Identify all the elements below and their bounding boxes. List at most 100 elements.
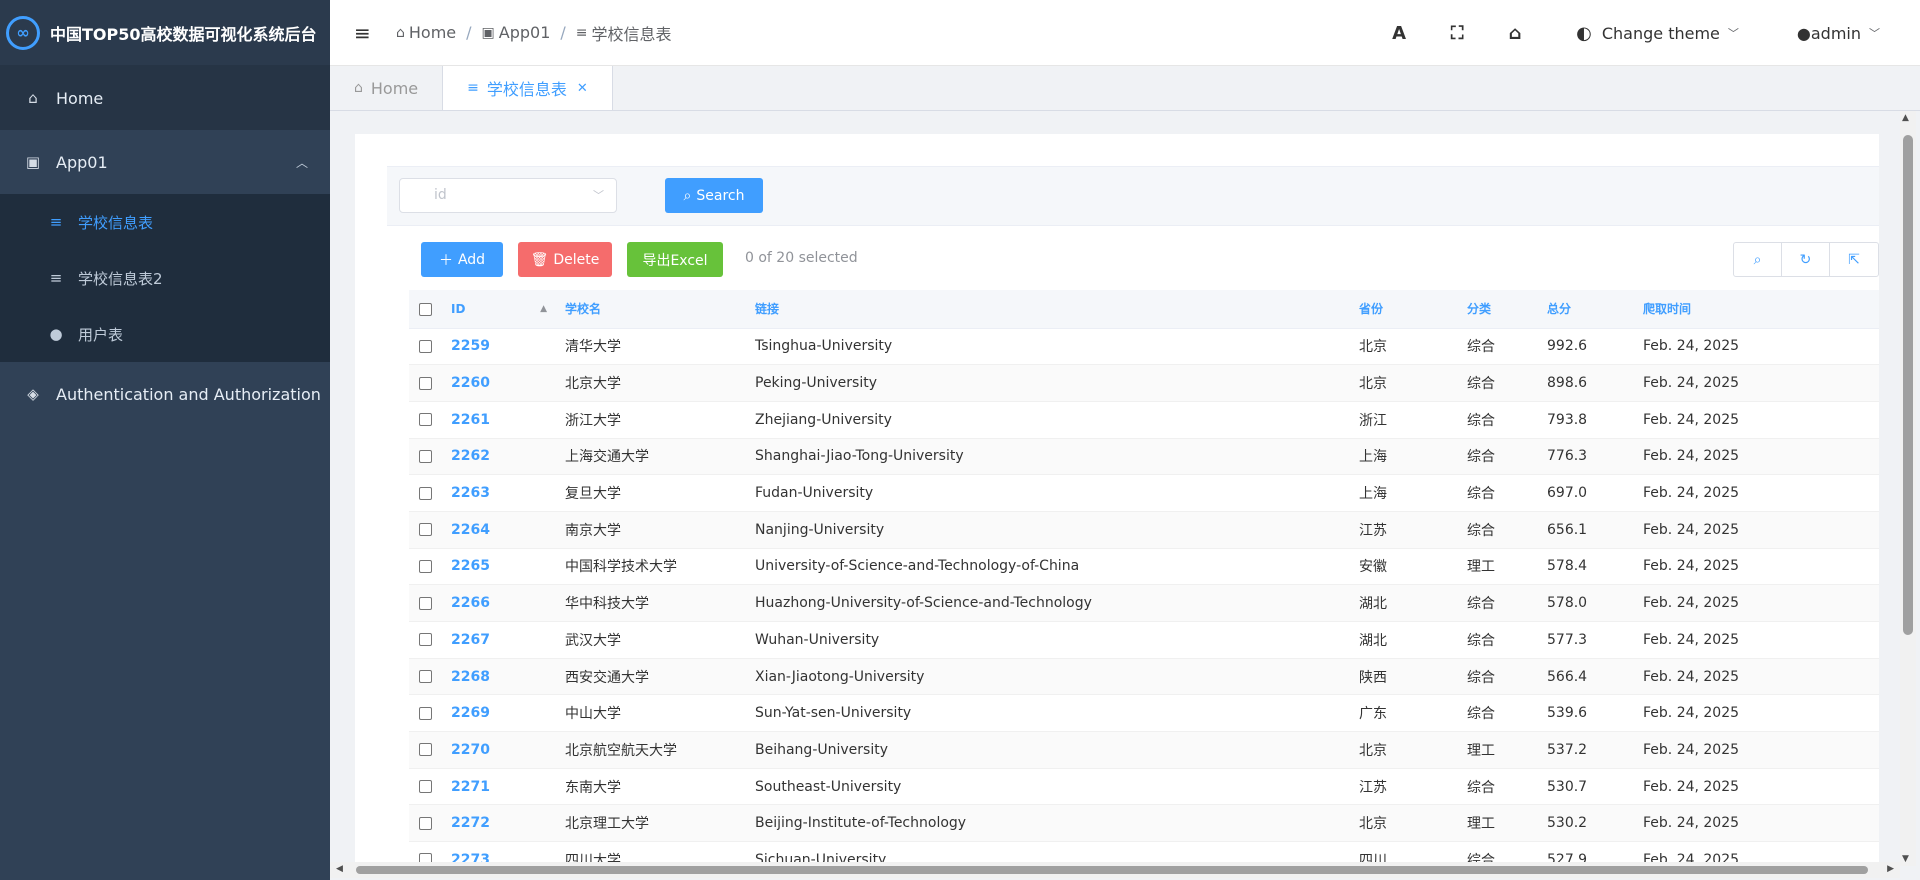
- row-checkbox[interactable]: [419, 449, 432, 463]
- cell-id[interactable]: 2264: [441, 511, 555, 549]
- sidebar: ∞ 中国TOP50高校数据可视化系统后台 ⌂ Home ▣ App01 ︿ ≡ …: [0, 0, 330, 880]
- scrollbar-thumb[interactable]: [1903, 135, 1913, 635]
- row-checkbox[interactable]: [419, 559, 432, 573]
- row-checkbox[interactable]: [419, 486, 432, 500]
- table-row[interactable]: 2270 北京航空航天大学 Beihang-University 北京 理工 537.2 F…: [409, 731, 1879, 769]
- shield-icon: ◈: [27, 385, 39, 403]
- row-checkbox[interactable]: [419, 780, 432, 794]
- cell-score: 992.6: [1537, 328, 1633, 366]
- column-header-score[interactable]: 总分: [1537, 290, 1633, 329]
- table-row[interactable]: 2265 中国科学技术大学 University-of-Science-and-Te…: [409, 548, 1879, 586]
- sort-asc-icon: ▲: [540, 304, 547, 314]
- table-row[interactable]: 2259 清华大学 Tsinghua-University 北京 综合 992.6 Feb.…: [409, 328, 1879, 366]
- table-row[interactable]: 2271 东南大学 Southeast-University 江苏 综合 530.7 Feb…: [409, 768, 1879, 806]
- breadcrumb-app01[interactable]: App01: [499, 23, 551, 42]
- font-size-icon[interactable]: A: [1370, 23, 1428, 44]
- column-header-crawl-time[interactable]: 爬取时间: [1633, 290, 1879, 329]
- cell-link: Xian-Jiaotong-University: [745, 658, 1349, 696]
- row-select-cell: [409, 658, 441, 696]
- table-row[interactable]: 2272 北京理工大学 Beijing-Institute-of-Technolog…: [409, 804, 1879, 843]
- sidebar-item-home[interactable]: ⌂ Home: [0, 66, 330, 130]
- search-button[interactable]: ⌕ Search: [665, 178, 763, 213]
- cell-province: 上海: [1349, 474, 1457, 512]
- fullscreen-icon[interactable]: ⛶: [1428, 23, 1486, 44]
- id-filter-select[interactable]: id ﹀: [399, 178, 617, 213]
- scroll-down-icon[interactable]: ▼: [1902, 854, 1909, 864]
- delete-button[interactable]: 🗑 Delete: [518, 242, 612, 277]
- table-row[interactable]: 2269 中山大学 Sun-Yat-sen-University 广东 综合 539.6 F…: [409, 694, 1879, 733]
- sidebar-item-school-info[interactable]: ≡ 学校信息表: [0, 194, 330, 250]
- cell-link: Zhejiang-University: [745, 401, 1349, 439]
- cell-id[interactable]: 2259: [441, 328, 555, 366]
- table-row[interactable]: 2266 华中科技大学 Huazhong-University-of-Science…: [409, 584, 1879, 622]
- column-header-name[interactable]: 学校名: [555, 290, 745, 329]
- cell-id[interactable]: 2270: [441, 731, 555, 769]
- vertical-scrollbar[interactable]: ▲ ▼: [1900, 111, 1916, 866]
- cell-id[interactable]: 2265: [441, 548, 555, 586]
- close-icon[interactable]: ✕: [577, 81, 588, 96]
- cell-id[interactable]: 2260: [441, 364, 555, 402]
- column-header-link[interactable]: 链接: [745, 290, 1349, 329]
- row-checkbox[interactable]: [419, 339, 432, 353]
- horizontal-scrollbar[interactable]: ◀ ▶: [330, 862, 1900, 878]
- scroll-left-icon[interactable]: ◀: [336, 864, 343, 874]
- cell-link: Wuhan-University: [745, 621, 1349, 659]
- cell-link: Nanjing-University: [745, 511, 1349, 549]
- row-checkbox[interactable]: [419, 816, 432, 830]
- row-checkbox[interactable]: [419, 743, 432, 757]
- search-label: Search: [696, 187, 745, 204]
- add-button[interactable]: ＋ Add: [421, 242, 503, 277]
- select-all-checkbox[interactable]: [419, 302, 432, 316]
- sidebar-item-app01[interactable]: ▣ App01 ︿: [0, 130, 330, 194]
- row-checkbox[interactable]: [419, 523, 432, 537]
- row-checkbox[interactable]: [419, 670, 432, 684]
- table-row[interactable]: 2262 上海交通大学 Shanghai-Jiao-Tong-University 上…: [409, 438, 1879, 476]
- column-header-province[interactable]: 省份: [1349, 290, 1457, 329]
- table-row[interactable]: 2268 西安交通大学 Xian-Jiaotong-University 陕西 综合 56…: [409, 658, 1879, 696]
- cell-category: 综合: [1457, 401, 1537, 439]
- refresh-button[interactable]: ↻: [1782, 243, 1830, 276]
- tab-school-info[interactable]: ≡ 学校信息表 ✕: [443, 66, 613, 110]
- cell-id[interactable]: 2269: [441, 694, 555, 733]
- sidebar-item-users[interactable]: ● 用户表: [0, 306, 330, 362]
- row-checkbox[interactable]: [419, 376, 432, 390]
- cell-id[interactable]: 2267: [441, 621, 555, 659]
- cell-id[interactable]: 2263: [441, 474, 555, 512]
- column-header-id[interactable]: ID ▲: [441, 290, 555, 329]
- cell-id[interactable]: 2271: [441, 768, 555, 806]
- sidebar-item-label: App01: [56, 152, 108, 172]
- table-row[interactable]: 2263 复旦大学 Fudan-University 上海 综合 697.0 Feb. 24…: [409, 474, 1879, 512]
- scroll-up-icon[interactable]: ▲: [1902, 113, 1909, 123]
- table-row[interactable]: 2261 浙江大学 Zhejiang-University 浙江 综合 793.8 Feb.…: [409, 401, 1879, 439]
- cell-score: 776.3: [1537, 438, 1633, 476]
- sidebar-item-school-info-2[interactable]: ≡ 学校信息表2: [0, 250, 330, 306]
- hamburger-icon[interactable]: ≡: [354, 21, 374, 45]
- cell-id[interactable]: 2268: [441, 658, 555, 696]
- export-button[interactable]: ⇱: [1830, 243, 1878, 276]
- tab-home[interactable]: ⌂ Home: [330, 66, 444, 110]
- row-checkbox[interactable]: [419, 596, 432, 610]
- home-icon[interactable]: ⌂: [1486, 23, 1544, 44]
- cell-id[interactable]: 2262: [441, 438, 555, 476]
- row-checkbox[interactable]: [419, 413, 432, 427]
- row-checkbox[interactable]: [419, 706, 432, 720]
- breadcrumb: ⌂ Home / ▣ App01 / ≡ 学校信息表: [396, 21, 672, 45]
- cell-id[interactable]: 2272: [441, 804, 555, 843]
- scroll-right-icon[interactable]: ▶: [1887, 864, 1894, 874]
- user-dropdown[interactable]: ● admin ﹀: [1797, 24, 1880, 43]
- sidebar-item-auth[interactable]: ◈ Authentication and Authorization: [0, 362, 330, 426]
- row-select-cell: [409, 621, 441, 659]
- table-row[interactable]: 2264 南京大学 Nanjing-University 江苏 综合 656.1 Feb. …: [409, 511, 1879, 549]
- scrollbar-thumb[interactable]: [356, 866, 1868, 874]
- export-excel-button[interactable]: 导出Excel: [627, 242, 723, 277]
- row-checkbox[interactable]: [419, 633, 432, 647]
- cell-id[interactable]: 2261: [441, 401, 555, 439]
- breadcrumb-home[interactable]: Home: [409, 23, 456, 42]
- table-row[interactable]: 2260 北京大学 Peking-University 北京 综合 898.6 Feb. 2…: [409, 364, 1879, 402]
- tab-label: Home: [370, 78, 419, 98]
- change-theme-dropdown[interactable]: ◐ Change theme ﹀: [1576, 23, 1739, 44]
- search-toggle-button[interactable]: ⌕: [1734, 243, 1782, 276]
- column-header-category[interactable]: 分类: [1457, 290, 1537, 329]
- table-row[interactable]: 2267 武汉大学 Wuhan-University 湖北 综合 577.3 Feb. 24…: [409, 621, 1879, 659]
- cell-id[interactable]: 2266: [441, 584, 555, 622]
